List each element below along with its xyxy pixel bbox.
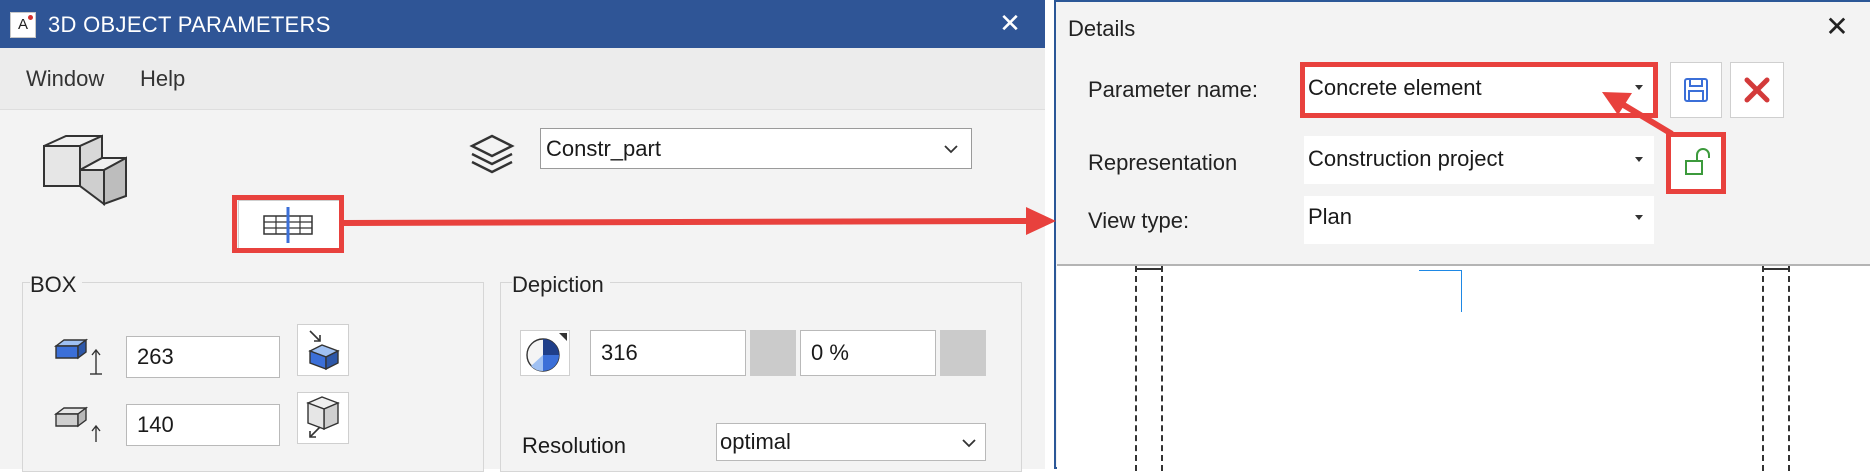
- pick-base-button[interactable]: [297, 392, 349, 444]
- menu-help[interactable]: Help: [140, 66, 185, 92]
- representation-label: Representation: [1088, 150, 1238, 175]
- window-title: 3D OBJECT PARAMETERS: [48, 12, 331, 37]
- chevron-down-icon[interactable]: [940, 138, 962, 160]
- view-type-value: Plan: [1308, 204, 1353, 229]
- pen-field[interactable]: 316: [590, 330, 746, 376]
- details-title: Details: [1068, 16, 1136, 41]
- representation-value: Construction project: [1308, 146, 1504, 171]
- color-swatch-button[interactable]: [750, 330, 796, 376]
- pen-button[interactable]: [520, 330, 570, 376]
- delete-icon: [1744, 77, 1770, 103]
- chevron-down-icon[interactable]: [958, 432, 980, 454]
- color-swatch-button-2[interactable]: [940, 330, 986, 376]
- pick-height-button[interactable]: [297, 324, 349, 376]
- highlight-parameter-name: [1300, 62, 1658, 118]
- highlight-reference-point: [232, 195, 344, 253]
- view-type-label: View type:: [1088, 208, 1190, 233]
- pick-height-icon: [308, 330, 340, 371]
- save-button[interactable]: [1670, 62, 1722, 118]
- save-icon: [1684, 78, 1708, 102]
- app-logo-icon: A: [10, 12, 36, 38]
- box-3d-icon: [43, 134, 127, 206]
- box-base-field[interactable]: 140: [126, 404, 280, 446]
- preview-area: [1057, 264, 1870, 471]
- layers-icon: [469, 134, 515, 174]
- delete-button[interactable]: [1730, 62, 1784, 118]
- box-height-icon: [53, 338, 102, 375]
- transparency-field[interactable]: 0 %: [800, 330, 936, 376]
- dropdown-arrow-icon[interactable]: [1632, 152, 1646, 166]
- menu-window[interactable]: Window: [26, 66, 104, 92]
- close-icon[interactable]: ✕: [1822, 12, 1852, 42]
- dropdown-arrow-icon[interactable]: [1632, 210, 1646, 224]
- view-type-combo[interactable]: [1304, 196, 1654, 244]
- resolution-label: Resolution: [522, 433, 626, 458]
- box-height-field[interactable]: 263: [126, 336, 280, 378]
- box-group-label: BOX: [30, 272, 83, 298]
- layer-select-value: Constr_part: [546, 136, 661, 161]
- parameter-name-label: Parameter name:: [1088, 77, 1258, 102]
- resolution-select-value: optimal: [720, 429, 791, 454]
- pick-base-icon: [306, 396, 340, 438]
- close-icon[interactable]: ✕: [995, 8, 1025, 38]
- pen-icon: [526, 333, 567, 372]
- box-base-icon: [53, 406, 101, 442]
- highlight-unlock-button: [1666, 132, 1726, 194]
- depiction-group-label: Depiction: [512, 272, 610, 298]
